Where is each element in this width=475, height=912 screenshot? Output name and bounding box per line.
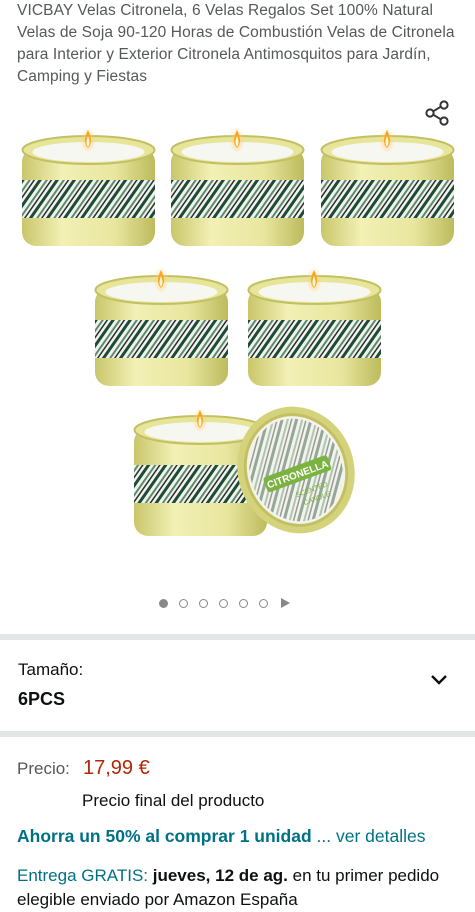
delivery-free-label[interactable]: Entrega GRATIS: — [17, 866, 148, 885]
price-final-note: Precio final del producto — [82, 791, 265, 810]
candle-image-3 — [320, 124, 455, 246]
section-divider — [0, 634, 475, 640]
size-label: Tamaño: — [18, 660, 84, 679]
delivery-suffix: en tu primer — [292, 866, 384, 885]
image-carousel-dots — [159, 598, 290, 608]
carousel-dot-5[interactable] — [239, 598, 248, 608]
delivery-info: Entrega GRATIS: jueves, 12 de ag. en tu … — [17, 864, 457, 912]
candle-image-4 — [94, 264, 229, 386]
section-divider — [0, 731, 475, 737]
chevron-down-icon[interactable] — [430, 673, 448, 687]
size-selector[interactable]: 6PCS — [18, 689, 65, 710]
carousel-dot-4[interactable] — [219, 598, 228, 608]
carousel-dot-3[interactable] — [199, 598, 208, 608]
carousel-dot-1[interactable] — [159, 598, 168, 608]
price-value: 17,99 € — [83, 757, 150, 779]
candle-image-2 — [170, 124, 305, 246]
price-label: Precio: — [17, 759, 70, 778]
delivery-date: jueves, 12 de ag. — [152, 866, 288, 885]
carousel-dot-6[interactable] — [259, 598, 268, 608]
carousel-dot-2[interactable] — [179, 598, 188, 608]
product-image[interactable]: CITRONELLA SCENTED CANDLE — [0, 110, 475, 570]
promo-text[interactable]: Ahorra un 50% al comprar 1 unidad — [17, 826, 312, 846]
promo-link[interactable]: Ahorra un 50% al comprar 1 unidad ... ve… — [17, 826, 425, 847]
candle-image-1 — [21, 124, 156, 246]
candle-image-5 — [247, 264, 382, 386]
video-play-icon[interactable] — [281, 598, 290, 608]
product-title: VICBAY Velas Citronela, 6 Velas Regalos … — [17, 2, 455, 85]
promo-details-link[interactable]: ... ver detalles — [317, 826, 426, 846]
